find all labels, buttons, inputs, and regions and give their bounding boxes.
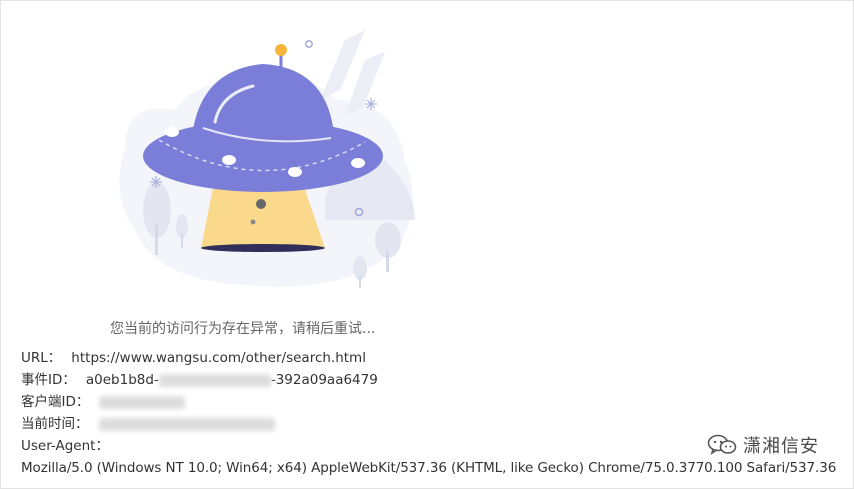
current-time-redacted [98, 417, 275, 431]
event-id-label: 事件ID： [21, 372, 76, 388]
small-circle-top [305, 40, 313, 48]
tree-right-trunk [386, 250, 389, 272]
tree-left-small-trunk [181, 234, 183, 248]
user-agent-value: Mozilla/5.0 (Windows NT 10.0; Win64; x64… [21, 460, 837, 476]
user-agent-row: Mozilla/5.0 (Windows NT 10.0; Win64; x64… [21, 457, 836, 479]
url-value: https://www.wangsu.com/other/search.html [71, 350, 366, 366]
client-id-redacted [99, 395, 186, 409]
tree-left-trunk [155, 225, 158, 255]
event-id-suffix: -392a09aa6479 [270, 372, 378, 388]
event-id-redacted [158, 373, 271, 387]
error-message: 您当前的访问行为存在异常，请稍后重试... [110, 321, 376, 337]
current-time-label: 当前时间： [21, 416, 89, 432]
url-label: URL： [21, 350, 62, 366]
ufo-illustration [119, 30, 415, 288]
client-id-row: 客户端ID： [21, 391, 186, 413]
ufo-window-3 [288, 167, 302, 177]
beam-base [201, 244, 325, 252]
ufo-window-2 [222, 155, 236, 165]
antenna-ball [275, 44, 287, 56]
current-time-row: 当前时间： [21, 413, 275, 435]
wechat-icon [707, 434, 737, 455]
beam-dot-large [256, 199, 266, 209]
beam-dot-small [250, 219, 256, 225]
ufo-dome [191, 64, 335, 157]
user-agent-label-row: User-Agent： [21, 435, 109, 457]
url-row: URL： https://www.wangsu.com/other/search.… [21, 347, 366, 369]
user-agent-label: User-Agent： [21, 438, 109, 454]
ufo-window-4 [351, 158, 365, 168]
client-id-label: 客户端ID： [21, 394, 90, 410]
watermark: 潇湘信安 [703, 430, 823, 460]
ufo-window-1 [165, 127, 179, 137]
event-id-prefix: a0eb1b8d- [85, 372, 159, 388]
watermark-text: 潇湘信安 [743, 436, 819, 457]
event-id-row: 事件ID： a0eb1b8d- -392a09aa6479 [21, 369, 378, 391]
tree-right-small-trunk [359, 276, 361, 288]
